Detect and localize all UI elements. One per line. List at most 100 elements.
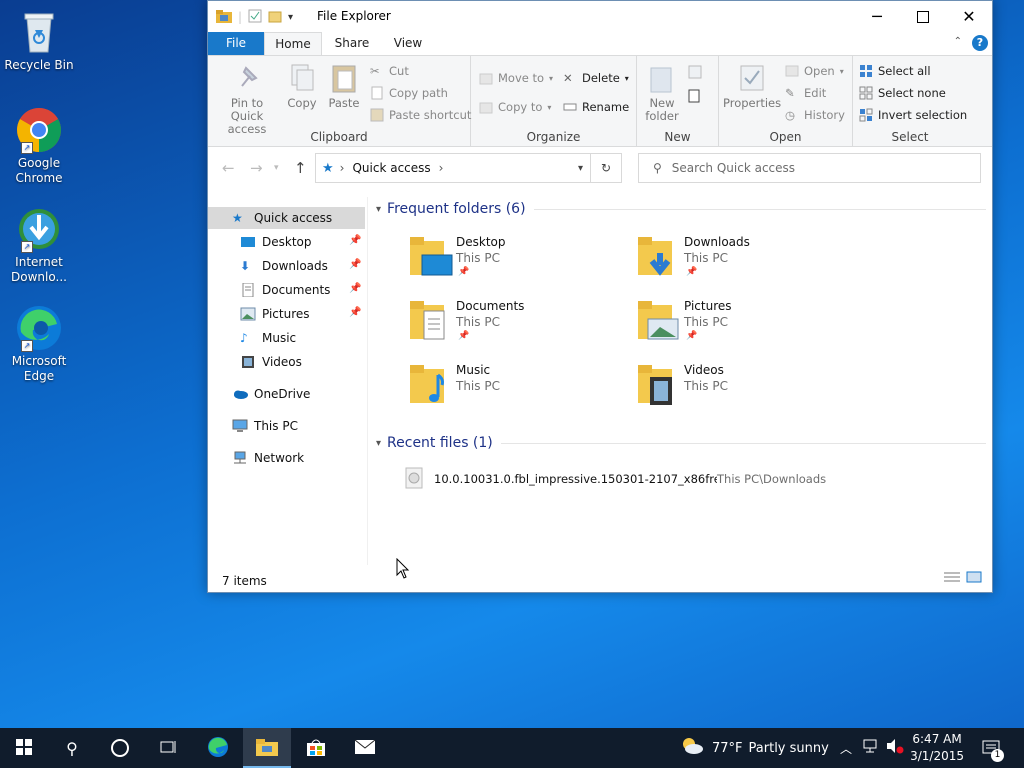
new-item-icon[interactable] — [687, 64, 709, 83]
copy-to-button[interactable]: Copy to ▾ — [479, 97, 551, 117]
file-explorer-icon — [256, 738, 278, 759]
customize-chevron-icon[interactable]: ▾ — [288, 12, 293, 23]
nav-videos[interactable]: Videos — [208, 351, 365, 373]
collapse-chevron-icon: ▾ — [376, 203, 382, 215]
tab-home[interactable]: Home — [264, 32, 322, 55]
folder-tile[interactable]: Pictures This PC 📌 — [638, 297, 858, 357]
edit-button[interactable]: ✎ Edit — [785, 83, 826, 103]
close-button[interactable]: ✕ — [946, 1, 992, 32]
weather-widget[interactable]: 77°F Partly sunny — [680, 728, 829, 768]
breadcrumb-separator-icon[interactable]: › — [340, 161, 345, 175]
nav-quick-access[interactable]: ★ Quick access — [208, 207, 365, 229]
minimize-button[interactable]: ─ — [854, 1, 900, 32]
folder-tile[interactable]: Downloads This PC 📌 — [638, 233, 858, 293]
action-center-button[interactable]: 1 — [982, 728, 1004, 768]
open-button[interactable]: Open ▾ — [785, 61, 844, 81]
pin-icon[interactable]: 📌 — [349, 283, 361, 295]
nav-onedrive[interactable]: OneDrive — [208, 383, 365, 405]
properties-button[interactable]: Properties — [723, 62, 781, 110]
nav-documents[interactable]: Documents 📌 — [208, 279, 365, 301]
nav-music[interactable]: ♪ Music — [208, 327, 365, 349]
show-hidden-icons-button[interactable]: ︿ — [840, 728, 852, 768]
tab-share[interactable]: Share — [326, 32, 378, 55]
recent-files-header[interactable]: ▾ Recent files (1) — [376, 433, 986, 453]
refresh-icon[interactable]: ↻ — [590, 154, 621, 182]
nav-network[interactable]: Network — [208, 447, 365, 469]
tab-file[interactable]: File — [208, 32, 264, 55]
pin-icon — [232, 62, 262, 94]
paste-shortcut-button[interactable]: Paste shortcut — [370, 105, 471, 125]
nav-this-pc[interactable]: This PC — [208, 415, 365, 437]
status-bar-item-count: 7 items — [222, 574, 267, 588]
taskbar-file-explorer[interactable] — [243, 728, 291, 768]
search-input[interactable]: ⚲ Search Quick access — [638, 153, 981, 183]
select-none-button[interactable]: Select none — [859, 83, 946, 103]
collapse-ribbon-icon[interactable]: ⌃ — [954, 36, 962, 47]
invert-selection-button[interactable]: Invert selection — [859, 105, 967, 125]
taskbar-edge[interactable] — [194, 728, 242, 768]
start-button[interactable] — [0, 728, 48, 768]
history-button[interactable]: ◷ History — [785, 105, 845, 125]
system-clock[interactable]: 6:47 AM 3/1/2015 — [910, 731, 964, 765]
task-view-button[interactable] — [144, 728, 192, 768]
folder-tile[interactable]: Documents This PC 📌 — [410, 297, 630, 357]
network-tray-button[interactable] — [862, 728, 880, 768]
easy-access-icon[interactable] — [687, 88, 709, 107]
new-folder-icon[interactable] — [268, 9, 282, 26]
taskbar-mail[interactable] — [341, 728, 389, 768]
desktop-icon-microsoft-edge[interactable]: ↗ Microsoft Edge — [4, 304, 74, 384]
title-bar[interactable]: | ▾ File Explorer ─ ✕ — [208, 1, 992, 32]
folder-tile[interactable]: Music This PC — [410, 361, 630, 421]
recent-locations-chevron-icon[interactable]: ▾ — [274, 163, 279, 173]
back-arrow-icon[interactable]: ← — [222, 159, 235, 177]
help-icon[interactable]: ? — [972, 35, 988, 51]
address-bar[interactable]: ★ › Quick access › ▾ ↻ — [315, 153, 622, 183]
new-folder-button[interactable]: New folder — [639, 62, 685, 123]
search-button[interactable]: ⚲ — [48, 728, 96, 768]
videos-folder-icon — [638, 363, 682, 407]
nav-pictures[interactable]: Pictures 📌 — [208, 303, 365, 325]
nav-downloads[interactable]: ⬇ Downloads 📌 — [208, 255, 365, 277]
copy-button[interactable]: Copy — [284, 62, 320, 110]
clipboard-group-label: Clipboard — [310, 130, 368, 144]
pin-icon[interactable]: 📌 — [349, 235, 361, 247]
breadcrumb-separator-icon[interactable]: › — [439, 161, 444, 175]
volume-tray-button[interactable] — [886, 728, 904, 768]
section-divider — [500, 442, 986, 444]
desktop-icon-recycle-bin[interactable]: Recycle Bin — [4, 8, 74, 73]
copy-path-button[interactable]: Copy path — [370, 83, 448, 103]
cortana-button[interactable] — [96, 728, 144, 768]
cut-button[interactable]: ✂ Cut — [370, 61, 409, 81]
pin-to-quick-access-button[interactable]: Pin to Quick access — [214, 62, 280, 136]
delete-button[interactable]: ✕ Delete ▾ — [563, 68, 629, 88]
folder-tile[interactable]: Desktop This PC 📌 — [410, 233, 630, 293]
nav-desktop[interactable]: Desktop 📌 — [208, 231, 365, 253]
desktop-icon-internet-download[interactable]: ↗ Internet Downlo... — [4, 205, 74, 285]
maximize-button[interactable] — [900, 1, 946, 32]
up-arrow-icon[interactable]: ↑ — [294, 159, 307, 177]
move-to-button[interactable]: Move to ▾ — [479, 68, 553, 88]
address-dropdown-icon[interactable]: ▾ — [578, 163, 583, 174]
rename-button[interactable]: Rename — [563, 97, 629, 117]
breadcrumb-quick-access[interactable]: Quick access — [352, 161, 430, 175]
details-view-icon[interactable] — [944, 571, 960, 586]
properties-icon[interactable] — [248, 9, 262, 26]
view-toggle — [944, 571, 982, 586]
folder-tile[interactable]: Videos This PC — [638, 361, 858, 421]
large-icons-view-icon[interactable] — [966, 571, 982, 586]
pin-icon[interactable]: 📌 — [349, 259, 361, 271]
copy-path-icon — [370, 86, 384, 100]
shortcut-arrow-icon: ↗ — [21, 241, 33, 253]
taskbar-store[interactable] — [292, 728, 340, 768]
quick-access-toolbar: | ▾ — [216, 8, 293, 26]
forward-arrow-icon[interactable]: → — [250, 159, 263, 177]
history-icon: ◷ — [785, 108, 796, 122]
tab-view[interactable]: View — [382, 32, 434, 55]
select-all-button[interactable]: Select all — [859, 61, 931, 81]
frequent-folders-header[interactable]: ▾ Frequent folders (6) — [376, 199, 986, 219]
paste-button[interactable]: Paste — [326, 62, 362, 110]
partly-sunny-icon — [680, 737, 704, 759]
recent-file-row[interactable]: 10.0.10031.0.fbl_impressive.150301-2107_… — [404, 467, 984, 491]
desktop-icon-google-chrome[interactable]: ↗ Google Chrome — [4, 106, 74, 186]
pin-icon[interactable]: 📌 — [349, 307, 361, 319]
